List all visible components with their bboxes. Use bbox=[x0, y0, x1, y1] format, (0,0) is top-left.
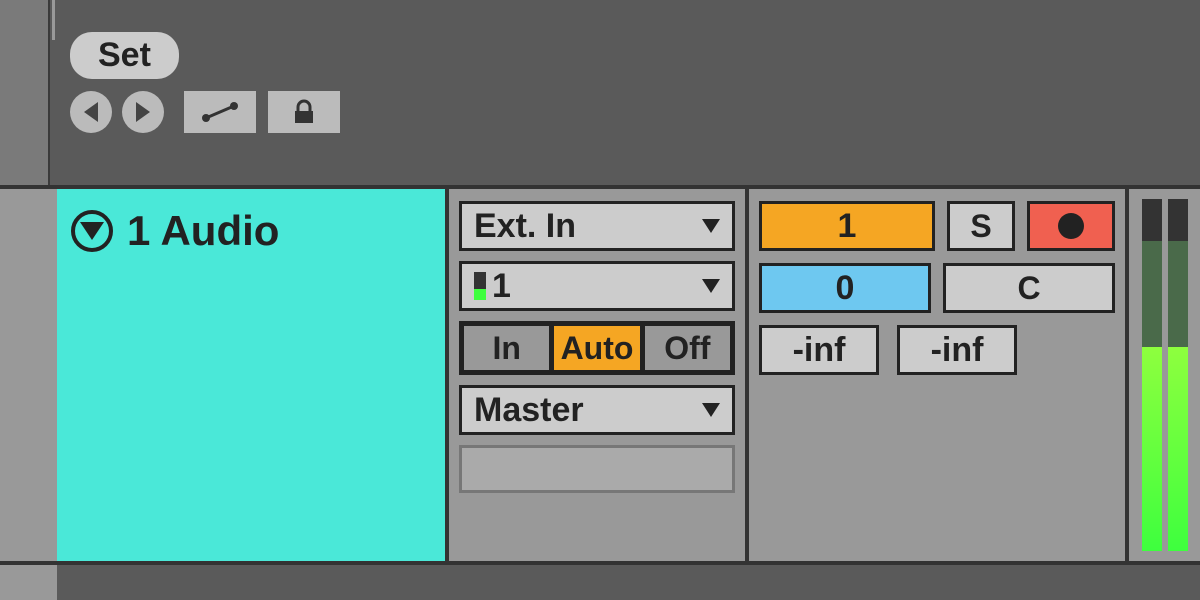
record-icon bbox=[1058, 213, 1084, 239]
set-button[interactable]: Set bbox=[70, 32, 179, 79]
mixer-row-2: 0 C bbox=[759, 263, 1115, 313]
chevron-down-icon bbox=[702, 279, 720, 293]
track-header[interactable]: 1 Audio bbox=[57, 185, 449, 565]
timeline-marker bbox=[52, 0, 55, 40]
solo-button[interactable]: S bbox=[947, 201, 1015, 251]
meter-left bbox=[1142, 199, 1162, 551]
record-arm-button[interactable] bbox=[1027, 201, 1115, 251]
level-meters bbox=[1129, 185, 1200, 565]
mixer-row-3: -inf -inf bbox=[759, 325, 1115, 375]
arrow-left-icon bbox=[84, 102, 98, 122]
pan-value[interactable]: 0 bbox=[759, 263, 931, 313]
meter-level bbox=[1142, 347, 1162, 551]
mixer-row-1: 1 S bbox=[759, 201, 1115, 251]
track-gutter bbox=[0, 185, 57, 565]
nav-back-button[interactable] bbox=[70, 91, 112, 133]
meter-peak bbox=[1142, 241, 1162, 347]
arrow-right-icon bbox=[136, 102, 150, 122]
input-type-label: Ext. In bbox=[474, 207, 576, 246]
bottom-strip bbox=[0, 565, 1200, 600]
audio-input-channel-dropdown[interactable]: 1 bbox=[459, 261, 735, 311]
automation-line-icon bbox=[200, 102, 240, 122]
toolbar-area: Set bbox=[70, 32, 1200, 162]
channel-indicator: 1 bbox=[474, 267, 511, 306]
track-activator-button[interactable]: 1 bbox=[759, 201, 935, 251]
chevron-down-icon bbox=[702, 219, 720, 233]
meter-right bbox=[1168, 199, 1188, 551]
io-panel: Ext. In 1 In Auto Off Master bbox=[449, 185, 749, 565]
chevron-down-icon bbox=[80, 222, 104, 240]
bottom-gutter bbox=[0, 565, 57, 600]
output-channel-slot[interactable] bbox=[459, 445, 735, 493]
lock-button[interactable] bbox=[268, 91, 340, 133]
meter-peak bbox=[1168, 241, 1188, 347]
lock-icon bbox=[290, 98, 318, 126]
chevron-down-icon bbox=[702, 403, 720, 417]
track-collapse-toggle[interactable] bbox=[71, 210, 113, 252]
monitor-selector: In Auto Off bbox=[459, 321, 735, 375]
volume-display-b[interactable]: -inf bbox=[897, 325, 1017, 375]
output-label: Master bbox=[474, 391, 584, 430]
audio-output-dropdown[interactable]: Master bbox=[459, 385, 735, 435]
mini-meter-icon bbox=[474, 272, 486, 300]
pan-center-display[interactable]: C bbox=[943, 263, 1115, 313]
nav-forward-button[interactable] bbox=[122, 91, 164, 133]
track-name-label[interactable]: 1 Audio bbox=[127, 207, 279, 255]
meter-level bbox=[1168, 347, 1188, 551]
volume-display-a[interactable]: -inf bbox=[759, 325, 879, 375]
monitor-in-button[interactable]: In bbox=[464, 326, 554, 370]
monitor-off-button[interactable]: Off bbox=[645, 326, 730, 370]
track-row: 1 Audio Ext. In 1 In Auto Off Master 1 bbox=[0, 185, 1200, 565]
automation-toggle-button[interactable] bbox=[184, 91, 256, 133]
nav-row bbox=[70, 91, 1200, 133]
mixer-panel: 1 S 0 C -inf -inf bbox=[749, 185, 1129, 565]
audio-input-type-dropdown[interactable]: Ext. In bbox=[459, 201, 735, 251]
input-channel-label: 1 bbox=[492, 267, 511, 306]
monitor-auto-button[interactable]: Auto bbox=[554, 326, 644, 370]
track-header-top: 1 Audio bbox=[71, 207, 431, 255]
